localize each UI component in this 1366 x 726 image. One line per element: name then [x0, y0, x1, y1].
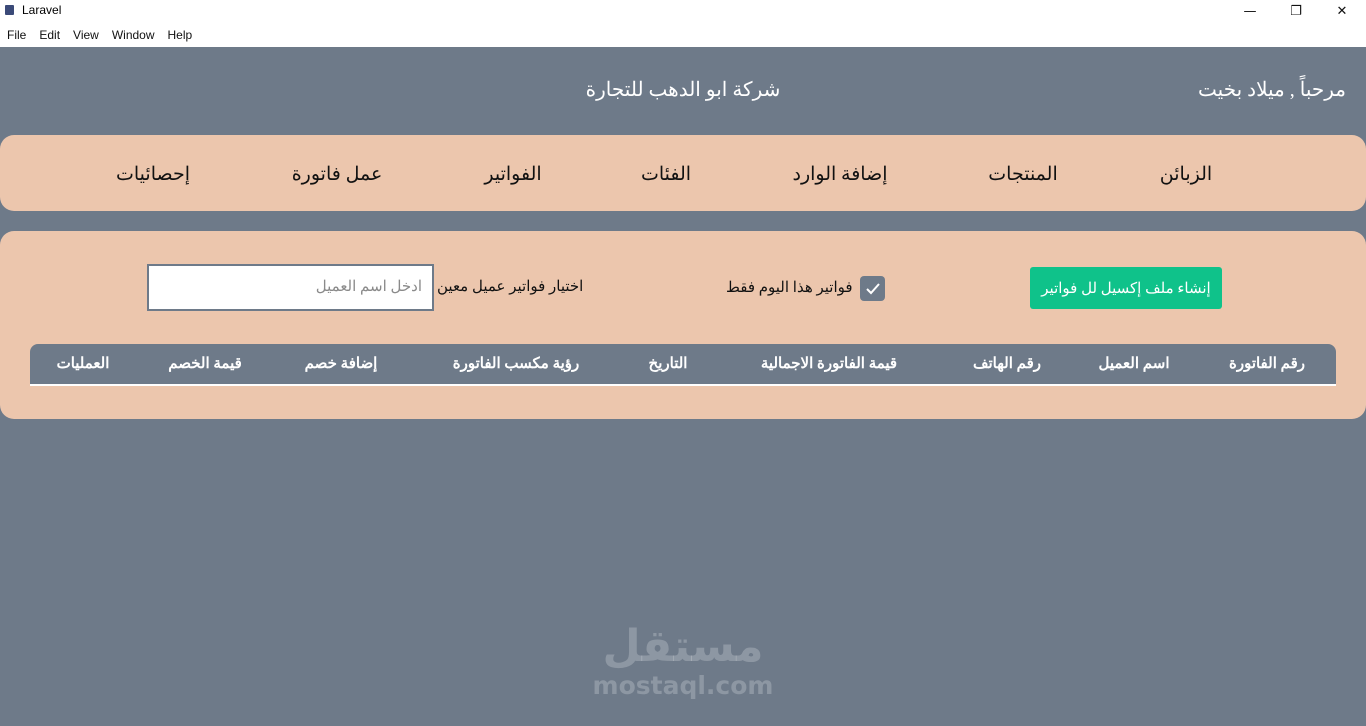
watermark: مستقل mostaql.com [0, 622, 1366, 700]
col-date: التاريخ [648, 356, 688, 372]
client-name-input[interactable] [147, 264, 434, 311]
today-only-checkbox[interactable] [860, 276, 885, 301]
watermark-arabic: مستقل [602, 621, 764, 672]
menu-view[interactable]: View [73, 28, 99, 42]
col-operations: العمليات [56, 356, 110, 372]
menu-window[interactable]: Window [112, 28, 155, 42]
title-bar: Laravel — ❐ ✕ [0, 0, 1366, 22]
export-excel-button[interactable]: إنشاء ملف إكسيل لل فواتير [1030, 267, 1222, 309]
invoices-panel: إنشاء ملف إكسيل لل فواتير فواتير هذا الي… [0, 231, 1366, 419]
restore-button[interactable]: ❐ [1273, 0, 1319, 22]
window-title: Laravel [22, 3, 62, 17]
minimize-button[interactable]: — [1227, 0, 1273, 22]
col-phone: رقم الهاتف [972, 356, 1042, 372]
col-client-name: اسم العميل [1098, 356, 1170, 372]
col-add-discount: إضافة خصم [304, 356, 378, 372]
invoices-table-header: رقم الفاتورة اسم العميل رقم الهاتف قيمة … [30, 344, 1336, 386]
company-name: شركة ابو الدهب للتجارة [585, 79, 781, 101]
nav-make-invoice[interactable]: عمل فاتورة [292, 163, 383, 186]
nav-invoices[interactable]: الفواتير [484, 163, 541, 186]
nav-add-incoming[interactable]: إضافة الوارد [792, 163, 887, 186]
nav-products[interactable]: المنتجات [988, 163, 1057, 186]
col-invoice-number: رقم الفاتورة [1228, 356, 1306, 372]
menu-help[interactable]: Help [168, 28, 193, 42]
app-icon [5, 5, 14, 15]
nav-statistics[interactable]: إحصائيات [116, 163, 190, 186]
today-only-label: فواتير هذا اليوم فقط [726, 280, 853, 296]
col-profit: رؤية مكسب الفاتورة [452, 356, 580, 372]
welcome-message: مرحباً , ميلاد بخيت [1198, 79, 1346, 101]
menu-bar: File Edit View Window Help [0, 22, 1366, 47]
watermark-latin: mostaql.com [592, 671, 774, 700]
col-discount-value: قيمة الخصم [168, 356, 242, 372]
col-total: قيمة الفاتورة الاجمالية [760, 356, 898, 372]
checkmark-icon [865, 282, 880, 294]
menu-file[interactable]: File [7, 28, 26, 42]
nav-categories[interactable]: الفئات [641, 163, 691, 186]
close-button[interactable]: ✕ [1319, 0, 1365, 22]
select-client-label: اختيار فواتير عميل معين [437, 279, 584, 295]
nav-customers[interactable]: الزبائن [1160, 163, 1212, 186]
menu-edit[interactable]: Edit [39, 28, 60, 42]
main-nav: الزبائن المنتجات إضافة الوارد الفئات الف… [0, 135, 1366, 211]
